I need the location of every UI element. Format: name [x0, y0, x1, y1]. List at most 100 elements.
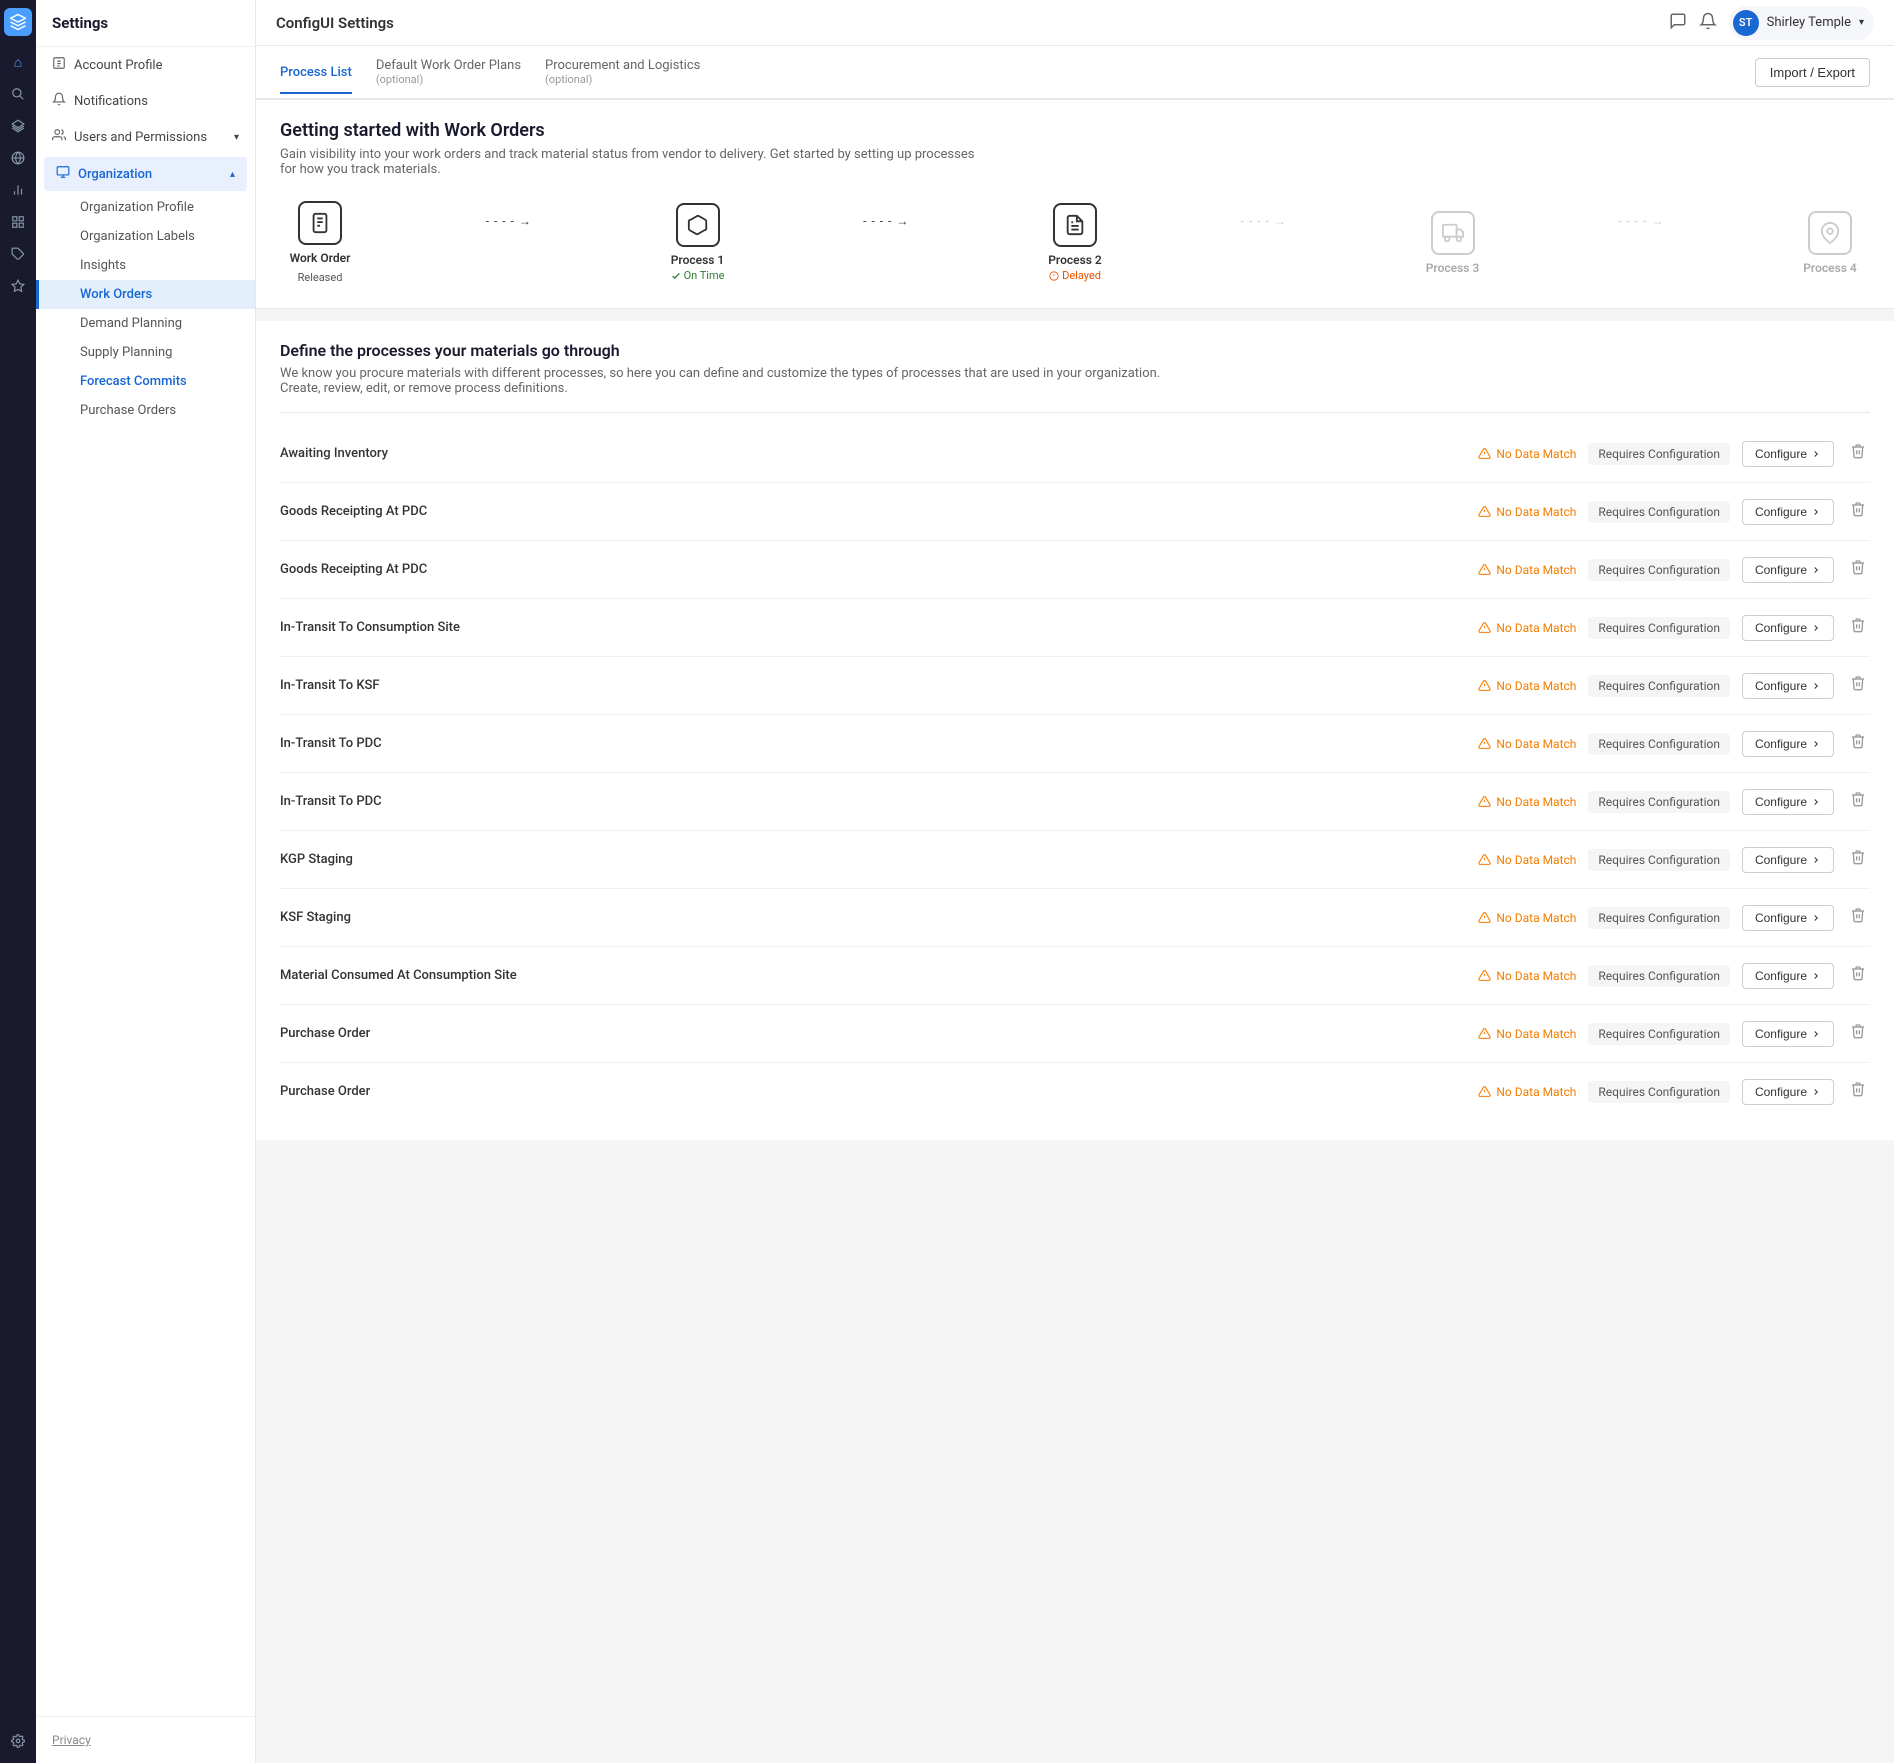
configure-button-9[interactable]: Configure — [1742, 963, 1834, 989]
process-name-9: Material Consumed At Consumption Site — [280, 968, 1466, 983]
define-processes-section: Define the processes your materials go t… — [256, 321, 1894, 1140]
nav-settings-icon[interactable] — [4, 1727, 32, 1755]
tab-actions: Import / Export — [1755, 50, 1870, 95]
delete-button-6[interactable] — [1846, 787, 1870, 816]
sidebar-sub-purchase-orders-label: Purchase Orders — [80, 403, 176, 418]
tab-procurement-logistics[interactable]: Procurement and Logistics (optional) — [545, 46, 700, 100]
getting-started-section: Getting started with Work Orders Gain vi… — [256, 100, 1894, 309]
sidebar-sub-work-orders-label: Work Orders — [80, 287, 152, 302]
app-logo[interactable] — [4, 8, 32, 36]
delete-button-7[interactable] — [1846, 845, 1870, 874]
tab-default-work-order[interactable]: Default Work Order Plans (optional) — [376, 46, 521, 100]
import-export-button[interactable]: Import / Export — [1755, 58, 1870, 87]
configure-button-0[interactable]: Configure — [1742, 441, 1834, 467]
notifications-icon — [52, 92, 66, 110]
delete-button-8[interactable] — [1846, 903, 1870, 932]
users-permissions-icon — [52, 128, 66, 146]
sidebar-sub-supply-planning[interactable]: Supply Planning — [36, 338, 255, 367]
sidebar-sub-demand-planning-label: Demand Planning — [80, 316, 182, 331]
no-data-match-1: No Data Match — [1478, 505, 1576, 519]
organization-chevron-icon: ▴ — [230, 169, 235, 180]
sidebar-item-notifications[interactable]: Notifications — [36, 83, 255, 119]
nav-search-icon[interactable] — [4, 80, 32, 108]
account-profile-icon — [52, 56, 66, 74]
process-2-status: Delayed — [1049, 269, 1101, 282]
requires-config-0: Requires Configuration — [1588, 443, 1730, 465]
process-name-5: In-Transit To PDC — [280, 736, 1466, 751]
tab-default-work-order-label: Default Work Order Plans — [376, 58, 521, 73]
tabs-header: Process List Default Work Order Plans (o… — [256, 46, 1894, 100]
sidebar-sub-forecast-commits[interactable]: Forecast Commits — [36, 367, 255, 396]
configure-button-4[interactable]: Configure — [1742, 673, 1834, 699]
sidebar-sub-purchase-orders[interactable]: Purchase Orders — [36, 396, 255, 425]
delete-button-1[interactable] — [1846, 497, 1870, 526]
configure-button-7[interactable]: Configure — [1742, 847, 1834, 873]
sidebar-sub-insights[interactable]: Insights — [36, 251, 255, 280]
work-order-sublabel: Released — [298, 271, 343, 284]
sidebar-sub-demand-planning[interactable]: Demand Planning — [36, 309, 255, 338]
table-row: In-Transit To Consumption Site No Data M… — [280, 599, 1870, 657]
process-name-10: Purchase Order — [280, 1026, 1466, 1041]
tab-procurement-logistics-subtitle: (optional) — [545, 73, 700, 86]
sidebar-sub-org-profile[interactable]: Organization Profile — [36, 193, 255, 222]
requires-config-3: Requires Configuration — [1588, 617, 1730, 639]
process-step-2: Process 2 Delayed — [1035, 203, 1115, 282]
nav-chart-icon[interactable] — [4, 176, 32, 204]
configure-button-5[interactable]: Configure — [1742, 731, 1834, 757]
arrow-dashes-3: - - - - → — [1241, 214, 1287, 228]
delete-button-11[interactable] — [1846, 1077, 1870, 1106]
configure-button-11[interactable]: Configure — [1742, 1079, 1834, 1105]
arrow-dashes-4: - - - - → — [1618, 214, 1664, 228]
sidebar-item-users-permissions[interactable]: Users and Permissions ▾ — [36, 119, 255, 155]
delete-button-4[interactable] — [1846, 671, 1870, 700]
privacy-label[interactable]: Privacy — [52, 1733, 91, 1747]
configure-button-6[interactable]: Configure — [1742, 789, 1834, 815]
no-data-match-0: No Data Match — [1478, 447, 1576, 461]
process-name-8: KSF Staging — [280, 910, 1466, 925]
requires-config-9: Requires Configuration — [1588, 965, 1730, 987]
users-chevron-icon: ▾ — [234, 132, 239, 143]
process-step-3: Process 3 — [1413, 211, 1493, 275]
process-step-work-order: Work Order Released — [280, 201, 360, 284]
sidebar-sub-work-orders[interactable]: Work Orders — [36, 280, 255, 309]
requires-config-2: Requires Configuration — [1588, 559, 1730, 581]
delete-button-10[interactable] — [1846, 1019, 1870, 1048]
sidebar-sub-insights-label: Insights — [80, 258, 126, 273]
sidebar-item-organization[interactable]: Organization ▴ — [44, 157, 247, 191]
process-4-label: Process 4 — [1803, 261, 1857, 275]
process-step-1: Process 1 On Time — [658, 203, 738, 282]
user-menu[interactable]: ST Shirley Temple ▾ — [1729, 6, 1874, 40]
process-2-sublabel: Delayed — [1062, 269, 1101, 282]
delete-button-5[interactable] — [1846, 729, 1870, 758]
requires-config-8: Requires Configuration — [1588, 907, 1730, 929]
arrow-3: - - - - → — [1115, 214, 1413, 248]
table-row: Goods Receipting At PDC No Data Match Re… — [280, 541, 1870, 599]
table-row: Purchase Order No Data Match Requires Co… — [280, 1063, 1870, 1120]
tab-process-list-label: Process List — [280, 65, 352, 80]
chat-icon[interactable] — [1669, 12, 1687, 34]
nav-tag-icon[interactable] — [4, 240, 32, 268]
configure-button-1[interactable]: Configure — [1742, 499, 1834, 525]
table-row: In-Transit To PDC No Data Match Requires… — [280, 773, 1870, 831]
configure-button-10[interactable]: Configure — [1742, 1021, 1834, 1047]
nav-home-icon[interactable]: ⌂ — [4, 48, 32, 76]
tab-process-list[interactable]: Process List — [280, 53, 352, 94]
sidebar-sub-org-labels[interactable]: Organization Labels — [36, 222, 255, 251]
configure-button-3[interactable]: Configure — [1742, 615, 1834, 641]
bell-icon[interactable] — [1699, 12, 1717, 34]
sidebar-item-account-profile[interactable]: Account Profile — [36, 47, 255, 83]
delete-button-2[interactable] — [1846, 555, 1870, 584]
sidebar-sub-org-labels-label: Organization Labels — [80, 229, 195, 244]
nav-layers-icon[interactable] — [4, 112, 32, 140]
arrow-4: - - - - → — [1493, 214, 1791, 248]
delete-button-9[interactable] — [1846, 961, 1870, 990]
nav-globe-icon[interactable] — [4, 144, 32, 172]
delete-button-3[interactable] — [1846, 613, 1870, 642]
process-3-label: Process 3 — [1426, 261, 1480, 275]
nav-grid-icon[interactable] — [4, 208, 32, 236]
nav-star-icon[interactable] — [4, 272, 32, 300]
configure-button-2[interactable]: Configure — [1742, 557, 1834, 583]
delete-button-0[interactable] — [1846, 439, 1870, 468]
topbar-title: ConfigUI Settings — [276, 14, 1657, 32]
configure-button-8[interactable]: Configure — [1742, 905, 1834, 931]
